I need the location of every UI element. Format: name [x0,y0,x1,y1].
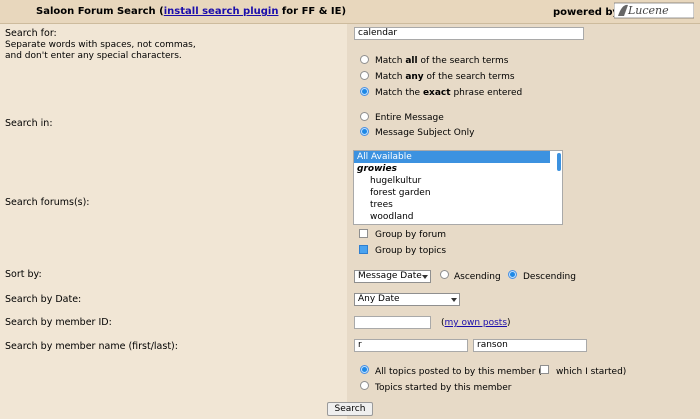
which-i-started-checkbox[interactable] [540,365,549,374]
group-by-forum-label: Group by forum [375,230,447,240]
match-any-radio[interactable] [360,71,369,80]
member-last-name-input[interactable]: ranson [473,339,587,352]
chevron-down-icon [422,275,428,279]
forum-option[interactable]: woodland [354,211,562,223]
install-search-plugin-link[interactable]: install search plugin [164,6,279,17]
my-own-posts: (my own posts) [441,318,511,328]
search-help-text: Separate words with spaces, not commas, … [5,40,196,61]
lucene-logo: Lucene [614,2,694,19]
group-by-topics-checkbox[interactable] [359,245,368,254]
forum-option[interactable]: hugelkultur [354,175,562,187]
sort-by-label: Sort by: [5,269,42,280]
topics-started-label: Topics started by this member [375,383,512,393]
member-first-name-input[interactable]: r [354,339,468,352]
search-by-date-label: Search by Date: [5,294,82,305]
search-button[interactable]: Search [327,402,373,416]
chevron-down-icon [451,298,457,302]
entire-message-radio[interactable] [360,112,369,121]
member-name-label: Search by member name (first/last): [5,341,178,352]
forum-option[interactable]: trees [354,199,562,211]
subject-only-label: Message Subject Only [375,128,475,138]
all-topics-label: All topics posted to by this member ( [375,367,542,377]
all-topics-radio[interactable] [360,365,369,374]
match-exact-radio[interactable] [360,87,369,96]
descending-label: Descending [523,272,576,282]
listbox-scrollbar[interactable] [557,153,561,171]
search-for-label: Search for: [5,28,57,39]
match-all-radio[interactable] [360,55,369,64]
entire-message-label: Entire Message [375,113,444,123]
forum-option-all[interactable]: All Available [354,151,550,163]
member-id-label: Search by member ID: [5,317,112,328]
forums-listbox[interactable]: All Available growies hugelkultur forest… [353,150,563,225]
ascending-label: Ascending [454,272,501,282]
subject-only-radio[interactable] [360,127,369,136]
svg-text:Lucene: Lucene [627,4,669,17]
group-by-topics-label: Group by topics [375,246,447,256]
match-all-label: Match all of the search terms [375,56,509,66]
search-terms-input[interactable]: calendar [354,27,584,40]
forum-option[interactable]: forest garden [354,187,562,199]
page-title: Saloon Forum Search (install search plug… [36,6,347,17]
my-own-posts-link[interactable]: my own posts [445,318,508,328]
search-forums-label: Search forums(s): [5,197,90,208]
forum-group-growies: growies [357,164,397,174]
date-select[interactable]: Any Date [354,293,460,306]
match-exact-label: Match the exact phrase entered [375,88,523,98]
sort-by-select[interactable]: Message Date [354,270,431,283]
ascending-radio[interactable] [440,270,449,279]
descending-radio[interactable] [508,270,517,279]
member-id-input[interactable] [354,316,431,329]
topics-started-radio[interactable] [360,381,369,390]
header-bar: Saloon Forum Search (install search plug… [0,0,700,24]
powered-by-text: powered by [553,7,620,18]
which-i-started-label: which I started) [556,367,627,377]
group-by-forum-checkbox[interactable] [359,229,368,238]
search-in-label: Search in: [5,118,53,129]
match-any-label: Match any of the search terms [375,72,515,82]
